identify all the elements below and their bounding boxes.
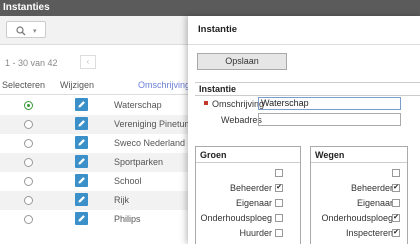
pager-range: 1 - 30 van 42: [5, 58, 58, 68]
pencil-icon: [78, 196, 85, 203]
pencil-icon: [78, 101, 85, 108]
checkbox-eigenaar[interactable]: [275, 199, 283, 207]
edit-button[interactable]: [75, 117, 88, 130]
save-button[interactable]: Opslaan: [197, 53, 287, 70]
checkbox-inspecteren[interactable]: ✔: [392, 229, 400, 237]
table-row[interactable]: Sportparken: [0, 153, 200, 172]
group-wegen: Wegen Beheerder ✔ Eigenaar Onderhoudsploeg ✔…: [310, 146, 408, 244]
checkbox-label: Beheerder: [350, 183, 393, 193]
pencil-icon: [78, 177, 85, 184]
group-groen: Groen Beheerder ✔ Eigenaar Onderhoudsploeg H…: [195, 146, 301, 244]
checkbox-label: Inspecteren: [345, 228, 393, 238]
row-description: Waterschap: [114, 100, 162, 110]
webadres-label: Webadres: [221, 115, 262, 125]
divider: [196, 162, 300, 163]
edit-button[interactable]: [75, 98, 88, 111]
select-radio[interactable]: [24, 215, 33, 224]
checkbox-label: Eigenaar: [235, 198, 272, 208]
select-radio[interactable]: [24, 139, 33, 148]
checkbox-select-all[interactable]: [275, 169, 283, 177]
table-row[interactable]: Rijk: [0, 191, 200, 210]
checkbox-onderhoudsploeg[interactable]: ✔: [392, 214, 400, 222]
pager-prev-button[interactable]: ‹: [80, 55, 96, 69]
row-description: School: [114, 176, 142, 186]
list-window-header: Instanties: [0, 0, 420, 16]
edit-button[interactable]: [75, 212, 88, 225]
chevron-left-icon: ‹: [86, 57, 90, 66]
checkbox-label: Onderhoudsploeg: [200, 213, 272, 223]
checkbox-label: Beheerder: [229, 183, 272, 193]
column-header-description[interactable]: Omschrijving: [138, 80, 190, 94]
instantie-dialog: Instantie Opslaan Instantie Omschrijving…: [188, 16, 420, 244]
checkbox-huurder[interactable]: [275, 229, 283, 237]
table-row[interactable]: Vereniging Pinetum: [0, 115, 200, 134]
checkbox-label: Eigenaar: [356, 198, 393, 208]
required-icon: [204, 101, 208, 105]
table-row[interactable]: Waterschap: [0, 96, 200, 115]
checkbox-onderhoudsploeg[interactable]: [275, 214, 283, 222]
column-header-select[interactable]: Selecteren: [2, 80, 45, 94]
checkbox-eigenaar[interactable]: [392, 199, 400, 207]
pencil-icon: [78, 158, 85, 165]
row-description: Sportparken: [114, 157, 164, 167]
section-title: Instantie: [195, 82, 420, 96]
edit-button[interactable]: [75, 136, 88, 149]
select-radio[interactable]: [24, 101, 33, 110]
omschrijving-label: Omschrijving: [212, 99, 265, 109]
table-row[interactable]: Sweco Nederland: [0, 134, 200, 153]
search-icon: [16, 26, 26, 36]
edit-button[interactable]: [75, 193, 88, 206]
divider: [311, 162, 407, 163]
row-description: Vereniging Pinetum: [114, 119, 193, 129]
table-row[interactable]: School: [0, 172, 200, 191]
pencil-icon: [78, 139, 85, 146]
group-title: Wegen: [315, 150, 345, 160]
chevron-down-icon: ▾: [33, 28, 37, 35]
row-description: Sweco Nederland: [114, 138, 186, 148]
row-description: Rijk: [114, 195, 129, 205]
select-radio[interactable]: [24, 120, 33, 129]
pencil-icon: [78, 120, 85, 127]
edit-button[interactable]: [75, 174, 88, 187]
omschrijving-input[interactable]: Waterschap: [258, 97, 401, 110]
edit-button[interactable]: [75, 155, 88, 168]
table-row[interactable]: Philips: [0, 210, 200, 229]
select-radio[interactable]: [24, 177, 33, 186]
checkbox-beheerder[interactable]: ✔: [275, 184, 283, 192]
column-header-edit[interactable]: Wijzigen: [60, 80, 94, 94]
dialog-title: Instantie: [198, 24, 238, 35]
group-title: Groen: [200, 150, 227, 160]
checkbox-label: Onderhoudsploeg: [321, 213, 393, 223]
select-radio[interactable]: [24, 196, 33, 205]
window-title: Instanties: [3, 2, 50, 13]
divider: [188, 44, 420, 45]
row-description: Philips: [114, 214, 141, 224]
pencil-icon: [78, 215, 85, 222]
select-radio[interactable]: [24, 158, 33, 167]
header-divider: [0, 94, 200, 95]
checkbox-select-all[interactable]: [392, 169, 400, 177]
webadres-input[interactable]: [258, 113, 401, 126]
checkbox-beheerder[interactable]: ✔: [392, 184, 400, 192]
checkbox-label: Huurder: [239, 228, 272, 238]
search-dropdown[interactable]: ▾: [6, 21, 46, 38]
list-toolbar: ▾: [0, 16, 200, 45]
